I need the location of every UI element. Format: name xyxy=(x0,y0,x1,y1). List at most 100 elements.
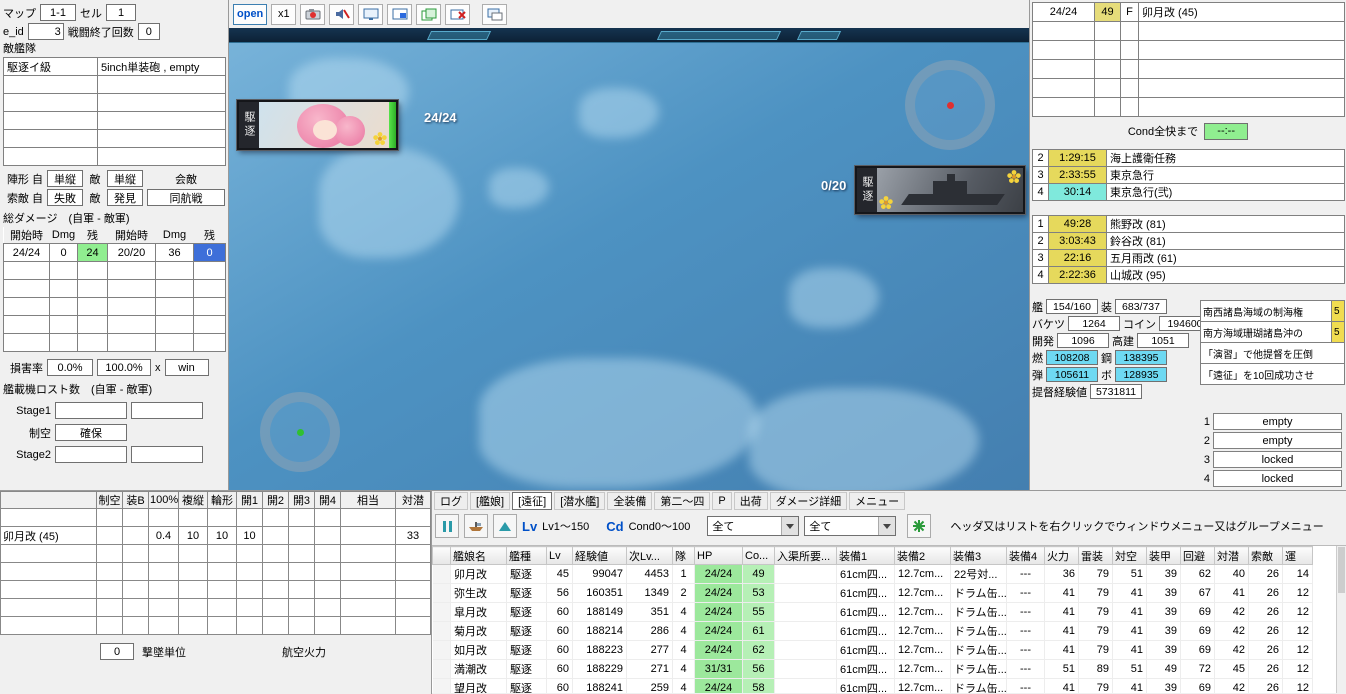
ship-col-header[interactable]: 索敵 xyxy=(1248,546,1283,565)
scroll-top-button[interactable] xyxy=(493,514,517,538)
battle-count-value: 0 xyxy=(137,23,160,40)
cond-filter-range[interactable]: Cond0〜100 xyxy=(629,518,691,534)
window-layout-button[interactable] xyxy=(416,3,442,25)
list-tab[interactable]: [遠征] xyxy=(512,492,553,510)
expedition-name: 東京急行(弐) xyxy=(1106,183,1345,201)
resource-row: 開発 1096 高建 1051 xyxy=(1032,332,1200,349)
own-dmg xyxy=(49,261,78,280)
ship-col-header[interactable]: 回避 xyxy=(1180,546,1215,565)
fleet-member-row[interactable] xyxy=(1032,21,1345,41)
own-start xyxy=(3,261,50,280)
ship-row[interactable]: 弥生改 駆逐 56 160351 1349 2 24/24 53 61cm四... 12.7cm.… xyxy=(432,583,1313,603)
ship-level: 45 xyxy=(546,564,573,584)
resource-label: コイン xyxy=(1123,318,1156,331)
quest-item[interactable]: 南方海域珊瑚諸島沖の 5 xyxy=(1200,321,1345,343)
ship-col-header[interactable]: 火力 xyxy=(1044,546,1079,565)
list-tab[interactable]: P xyxy=(712,492,732,510)
display-button[interactable] xyxy=(358,3,384,25)
list-tab[interactable]: メニュー xyxy=(849,492,906,510)
ship-row[interactable]: 満潮改 駆逐 60 188229 271 4 31/31 56 61cm四... 12.7cm..… xyxy=(432,659,1313,679)
pip-window-button[interactable] xyxy=(387,3,413,25)
ship-col-header[interactable]: Co... xyxy=(742,546,775,565)
ship-cond: 55 xyxy=(742,602,775,622)
ship-cond: 56 xyxy=(742,659,775,679)
fleet-member-row[interactable] xyxy=(1032,40,1345,60)
mute-button[interactable] xyxy=(329,3,355,25)
ship-col-header[interactable]: 装甲 xyxy=(1146,546,1181,565)
list-tab[interactable]: [潜水艦] xyxy=(554,492,606,510)
fleet-member-row[interactable] xyxy=(1032,78,1345,98)
fleet-member-row[interactable] xyxy=(1032,59,1345,79)
ship-row[interactable]: 望月改 駆逐 60 188241 259 4 24/24 58 61cm四... 12.7cm..… xyxy=(432,678,1313,693)
enemy-ship-equip xyxy=(97,129,226,148)
ship-next-exp: 4453 xyxy=(626,564,673,584)
game-map[interactable]: 駆逐 24/24 駆逐 0/20 xyxy=(229,28,1029,490)
enemy-fleet-row xyxy=(3,75,226,94)
own-start xyxy=(3,279,50,298)
ship-type-filter-dropdown[interactable]: 全て xyxy=(707,516,800,536)
ship-col-header[interactable]: 対空 xyxy=(1112,546,1147,565)
ship-col-header[interactable]: 装備3 xyxy=(950,546,1007,565)
enemy-ship-portrait xyxy=(877,168,1023,212)
ship-equip4: --- xyxy=(1006,678,1045,693)
zoom-scale-button[interactable]: x1 xyxy=(271,3,297,25)
lv-filter-range[interactable]: Lv1〜150 xyxy=(542,518,589,534)
ship-col-header[interactable]: 対潜 xyxy=(1214,546,1249,565)
ship-col-header[interactable]: 装備2 xyxy=(894,546,951,565)
ship-row[interactable]: 皐月改 駆逐 60 188149 351 4 24/24 55 61cm四... 12.7cm..… xyxy=(432,602,1313,622)
ship-row[interactable]: 如月改 駆逐 60 188223 277 4 24/24 62 61cm四... 12.7cm..… xyxy=(432,640,1313,660)
list-tab[interactable]: ログ xyxy=(434,492,468,510)
ship-col-header[interactable]: 経験値 xyxy=(572,546,627,565)
aircraft-name-header xyxy=(0,491,97,509)
ship-repair-time xyxy=(774,602,837,622)
fleet-member-row[interactable] xyxy=(1032,97,1345,117)
ship-col-header[interactable]: Lv xyxy=(546,546,573,565)
aircraft-empty-cell xyxy=(207,598,237,617)
ship-row[interactable]: 卯月改 駆逐 45 99047 4453 1 24/24 49 61cm四... 12.7cm..… xyxy=(432,564,1313,584)
group-filter-dropdown[interactable]: 全て xyxy=(804,516,897,536)
screenshot-button[interactable] xyxy=(300,3,326,25)
quest-item[interactable]: 南西諸島海域の制海権 5 xyxy=(1200,300,1345,322)
ship-col-header[interactable]: 艦種 xyxy=(506,546,547,565)
quest-item[interactable]: 「演習」で他提督を圧倒 xyxy=(1200,342,1345,364)
ship-col-header[interactable]: 艦娘名 xyxy=(450,546,507,565)
window-clone-button[interactable] xyxy=(482,3,508,25)
ship-armor: 39 xyxy=(1146,640,1181,660)
ship-evasion: 69 xyxy=(1180,678,1215,693)
list-tab[interactable]: 全装備 xyxy=(607,492,653,510)
ship-col-header[interactable]: 装備1 xyxy=(836,546,895,565)
aircraft-empty-cell xyxy=(148,544,179,563)
scrollbar-thumb[interactable] xyxy=(1338,547,1345,593)
quest-progress-badge: 5 xyxy=(1331,301,1344,321)
ship-col-header[interactable]: 装備4 xyxy=(1006,546,1045,565)
ship-fleet: 4 xyxy=(672,621,695,641)
ship-col-header[interactable]: 隊 xyxy=(672,546,695,565)
pause-button[interactable] xyxy=(435,514,459,538)
open-button[interactable]: open xyxy=(233,3,268,25)
ship-col-header[interactable]: 入渠所要... xyxy=(774,546,837,565)
aircraft-col-header: 開3 xyxy=(288,491,315,509)
ship-name: 弥生改 xyxy=(450,583,507,603)
ship-col-header[interactable]: 運 xyxy=(1282,546,1313,565)
list-tab[interactable]: 出荷 xyxy=(733,492,768,510)
ship-col-header[interactable]: 次Lv... xyxy=(626,546,673,565)
quest-item[interactable]: 「遠征」を10回成功させ xyxy=(1200,363,1345,385)
ship-view-button[interactable] xyxy=(464,514,488,538)
fleet-member-row[interactable]: 24/24 49 F 卯月改 (45) xyxy=(1032,2,1345,22)
list-tab[interactable]: [艦娘] xyxy=(470,492,511,510)
monitor-icon xyxy=(363,8,379,20)
ship-col-header[interactable]: HP xyxy=(694,546,743,565)
list-tab[interactable]: 第二〜四 xyxy=(654,492,711,510)
engagement-value: 同航戦 xyxy=(147,189,225,206)
ship-col-header[interactable]: 雷装 xyxy=(1078,546,1113,565)
enemy-node-dot xyxy=(946,101,954,109)
quest-progress-badge: 5 xyxy=(1331,322,1344,342)
vertical-scrollbar[interactable] xyxy=(1336,546,1346,693)
sparkle-filter-button[interactable] xyxy=(907,514,932,538)
ship-los: 26 xyxy=(1248,602,1283,622)
aircraft-empty-cell xyxy=(0,562,97,581)
aircraft-col-header: 輪形 xyxy=(207,491,237,509)
ship-row[interactable]: 菊月改 駆逐 60 188214 286 4 24/24 61 61cm四... 12.7cm..… xyxy=(432,621,1313,641)
window-close-button[interactable] xyxy=(445,3,471,25)
list-tab[interactable]: ダメージ詳細 xyxy=(769,492,848,510)
